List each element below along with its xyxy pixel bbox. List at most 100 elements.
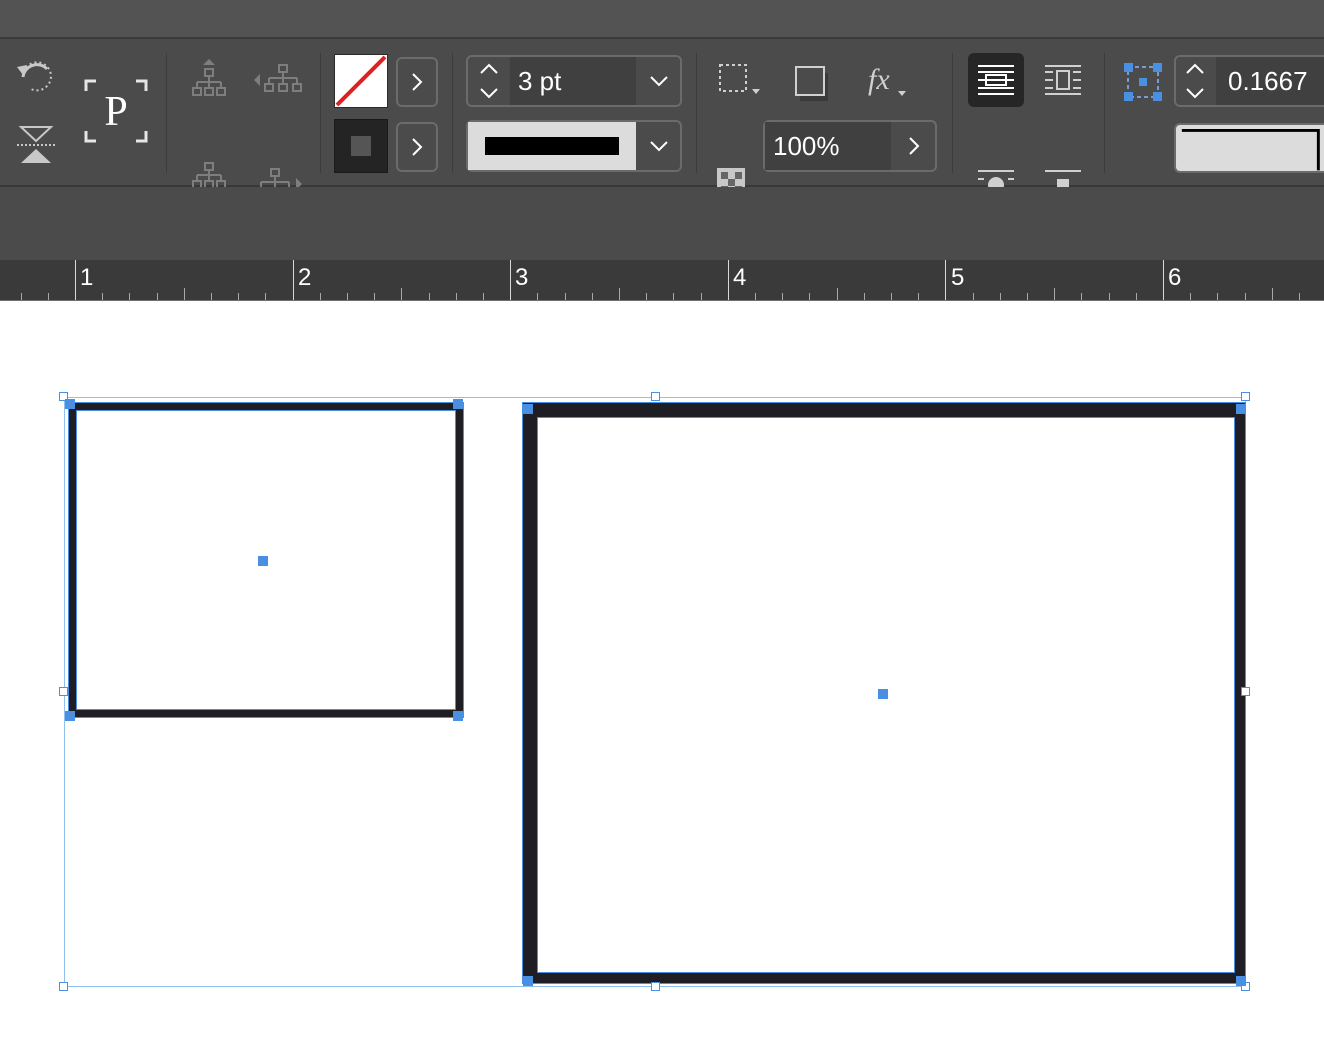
anchor-point[interactable] — [1236, 404, 1246, 414]
ruler-label: 6 — [1168, 264, 1182, 291]
stroke-type-preview — [485, 137, 619, 155]
anchor-point[interactable] — [1236, 976, 1246, 986]
fill-swatch[interactable] — [334, 54, 388, 108]
ruler-tick — [401, 288, 403, 300]
ruler-tick — [1217, 293, 1219, 300]
secondary-toolbar — [0, 187, 1324, 260]
ruler-tick — [619, 288, 620, 300]
reference-value-stepper[interactable] — [1176, 59, 1214, 103]
ruler-tick — [510, 260, 512, 300]
center-point[interactable] — [878, 689, 888, 699]
resize-handle[interactable] — [59, 687, 68, 696]
ruler-tick — [945, 260, 947, 300]
anchor-point[interactable] — [523, 976, 533, 986]
ruler-tick — [265, 293, 267, 300]
stroke-type-select[interactable] — [468, 122, 636, 170]
ruler-label: 3 — [515, 264, 529, 291]
ruler-tick — [1054, 288, 1056, 300]
ruler-tick — [564, 293, 566, 300]
ruler-tick — [319, 293, 321, 300]
ruler-label: 4 — [733, 264, 747, 291]
no-text-wrap-icon[interactable] — [968, 53, 1024, 107]
ruler-tick — [972, 293, 974, 300]
resize-handle[interactable] — [59, 982, 68, 991]
ruler-tick — [591, 293, 593, 300]
ruler-tick — [47, 293, 49, 300]
ruler-tick — [1108, 293, 1110, 300]
ruler-tick — [918, 293, 920, 300]
ruler-tick — [1299, 293, 1300, 300]
anchor-point[interactable] — [453, 399, 463, 409]
opacity-input[interactable]: 100% — [765, 122, 891, 170]
ruler-tick — [755, 293, 756, 300]
ruler-tick — [782, 293, 784, 300]
ruler-tick — [428, 293, 430, 300]
ruler-tick — [1081, 293, 1083, 300]
ruler-tick — [1027, 293, 1028, 300]
ruler-tick — [20, 293, 22, 300]
center-point[interactable] — [258, 556, 268, 566]
rotate-icon[interactable] — [12, 55, 60, 99]
svg-text:P: P — [104, 89, 127, 135]
ruler-tick — [102, 293, 104, 300]
horizontal-ruler[interactable]: 1 2 3 4 5 6 — [0, 260, 1324, 301]
reference-point-icon[interactable] — [1120, 59, 1166, 105]
ruler-tick — [1163, 260, 1164, 300]
ruler-tick — [156, 293, 158, 300]
svg-text:fx: fx — [868, 63, 890, 96]
ruler-tick — [809, 293, 811, 300]
stroke-swatch[interactable] — [334, 119, 388, 173]
resize-handle[interactable] — [651, 982, 660, 991]
anchor-point[interactable] — [65, 711, 75, 721]
anchor-point[interactable] — [453, 711, 463, 721]
ruler-tick — [646, 293, 648, 300]
effects-icon[interactable]: fx — [860, 57, 912, 103]
ruler-tick — [347, 293, 348, 300]
ruler-tick — [1271, 288, 1273, 300]
ruler-tick — [1244, 293, 1246, 300]
ruler-tick — [891, 293, 892, 300]
resize-handle[interactable] — [1241, 687, 1250, 696]
stroke-weight-input[interactable]: 3 pt — [510, 57, 636, 105]
stroke-weight-stepper[interactable] — [470, 59, 508, 103]
reference-value-input[interactable]: 0.1667 — [1216, 57, 1324, 105]
select-container-icon[interactable] — [186, 57, 232, 103]
ruler-tick — [1135, 293, 1137, 300]
wrap-bounding-box-icon[interactable] — [1038, 53, 1088, 107]
anchor-point[interactable] — [65, 399, 75, 409]
ruler-tick — [863, 293, 865, 300]
control-panel: P 3 pt fx 100% 0.1667 — [0, 39, 1324, 205]
resize-handle[interactable] — [651, 392, 660, 401]
select-previous-icon[interactable] — [252, 57, 304, 103]
stroke-type-dropdown-icon[interactable] — [638, 122, 680, 170]
ruler-tick — [211, 293, 212, 300]
ruler-tick — [75, 260, 76, 300]
ruler-tick — [129, 293, 131, 300]
stroke-style-preview[interactable] — [1174, 123, 1324, 173]
resize-handle[interactable] — [1241, 392, 1250, 401]
frame-type-icon[interactable]: P — [82, 77, 150, 145]
stroke-menu-button[interactable] — [396, 122, 438, 172]
ruler-tick — [999, 293, 1001, 300]
ruler-tick — [455, 293, 457, 300]
ruler-tick — [1190, 293, 1192, 300]
flip-icon[interactable] — [12, 121, 60, 167]
ruler-label: 5 — [951, 264, 965, 291]
title-bar — [0, 0, 1324, 39]
ruler-tick — [183, 288, 185, 300]
ruler-tick — [374, 293, 376, 300]
ruler-tick — [483, 293, 484, 300]
stroke-swatch-inner — [351, 136, 371, 156]
ruler-tick — [537, 293, 539, 300]
anchor-point[interactable] — [523, 404, 533, 414]
ruler-label: 2 — [298, 264, 312, 291]
stroke-weight-dropdown-icon[interactable] — [638, 57, 680, 105]
opacity-arrow-icon[interactable] — [893, 122, 935, 170]
frame-fitting-icon[interactable] — [714, 59, 764, 101]
ruler-tick — [238, 293, 240, 300]
drop-shadow-icon[interactable] — [788, 59, 834, 105]
ruler-tick — [292, 260, 294, 300]
fill-menu-button[interactable] — [396, 57, 438, 107]
ruler-label: 1 — [80, 264, 94, 291]
ruler-tick — [836, 288, 838, 300]
